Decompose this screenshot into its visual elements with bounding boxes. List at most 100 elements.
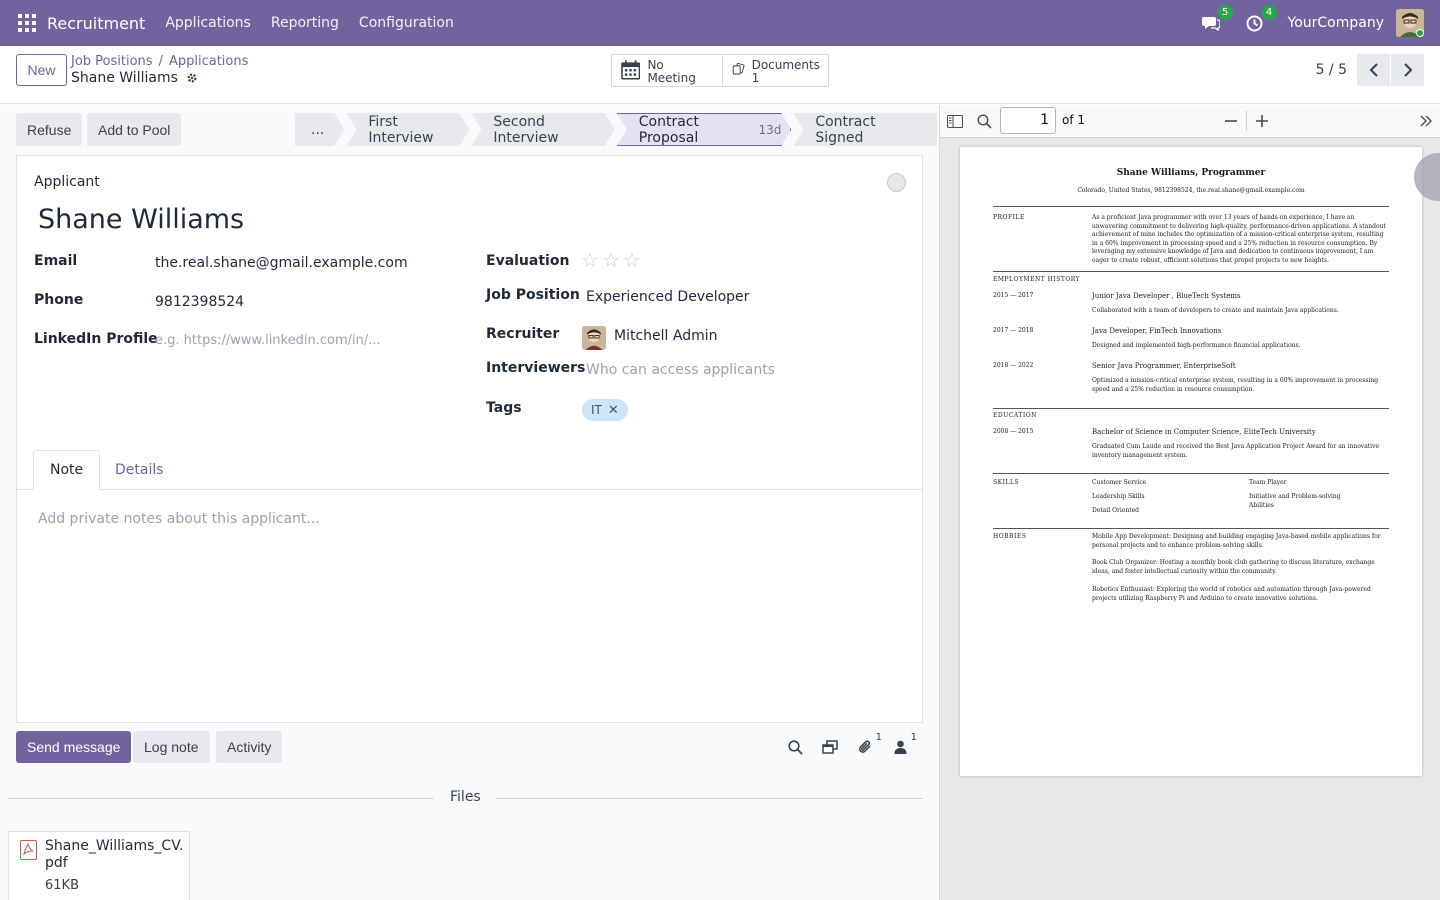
linkedin-label: LinkedIn Profile — [34, 331, 158, 347]
cv-job-dates: 2018 — 2022 — [993, 362, 1034, 369]
chevron-right-icon — [1403, 63, 1412, 77]
star-icon[interactable]: ☆ — [581, 250, 599, 270]
send-message-button[interactable]: Send message — [16, 731, 132, 763]
note-editor[interactable]: Add private notes about this applicant..… — [38, 511, 320, 527]
breadcrumb-job-positions[interactable]: Job Positions — [71, 54, 153, 69]
log-note-button[interactable]: Log note — [133, 731, 210, 763]
menu-applications[interactable]: Applications — [165, 15, 251, 31]
record-title: Shane Williams — [71, 70, 198, 86]
user-avatar[interactable] — [1396, 9, 1424, 37]
recruiter-avatar-icon — [582, 326, 606, 350]
new-button[interactable]: New — [16, 54, 67, 86]
online-status-dot — [1416, 29, 1424, 37]
chevron-left-icon — [1369, 63, 1378, 77]
job-position-field[interactable]: Experienced Developer — [586, 289, 749, 305]
tab-note[interactable]: Note — [33, 450, 101, 490]
star-icon[interactable]: ☆ — [623, 250, 641, 270]
email-field[interactable]: the.real.shane@gmail.example.com — [155, 255, 408, 271]
breadcrumb-applications[interactable]: Applications — [169, 54, 248, 69]
find-icon[interactable] — [975, 113, 993, 129]
separator-line — [8, 798, 434, 799]
cv-job-title: Junior Java Developer , BlueTech Systems — [1092, 292, 1241, 300]
cv-skill: Customer Service — [1092, 479, 1147, 486]
menu-configuration[interactable]: Configuration — [359, 15, 454, 31]
cv-subtitle: Colorado, United States, 9812398524, the… — [1077, 187, 1305, 194]
stage-contract-signed[interactable]: Contract Signed — [793, 113, 937, 146]
smart-buttons: No Meeting Documents 1 — [611, 54, 829, 87]
attachment-card[interactable]: Shane_Williams_CV.pdf 61KB — [8, 831, 190, 900]
recruiter-field[interactable]: Mitchell Admin — [614, 328, 718, 344]
stage-days: 13d — [758, 122, 782, 137]
meeting-smart-button[interactable]: No Meeting — [611, 54, 723, 87]
evaluation-stars: ☆ ☆ ☆ — [581, 250, 641, 270]
messages-button[interactable]: 5 — [1200, 5, 1233, 34]
zoom-in-icon[interactable] — [1253, 113, 1271, 129]
documents-smart-button[interactable]: Documents 1 — [723, 54, 829, 87]
cv-job-dates: 2017 — 2018 — [993, 327, 1034, 334]
refuse-button[interactable]: Refuse — [16, 113, 83, 146]
tags-label: Tags — [486, 400, 522, 416]
add-to-pool-button[interactable]: Add to Pool — [87, 113, 182, 146]
stage-more[interactable]: ... — [295, 113, 344, 146]
followers-button[interactable]: 1 — [891, 732, 917, 756]
job-position-label: Job Position — [486, 287, 580, 303]
cv-hobbies-heading: HOBBIES — [993, 533, 1027, 540]
gear-icon[interactable] — [186, 72, 198, 84]
activity-button[interactable]: Activity — [216, 731, 283, 763]
search-messages-button[interactable] — [786, 738, 804, 756]
app-name[interactable]: Recruitment — [47, 14, 145, 33]
documents-icon — [732, 62, 745, 75]
expand-chatter-button[interactable] — [821, 738, 839, 756]
attachment-name[interactable]: Shane_Williams_CV.pdf — [45, 838, 185, 872]
cv-rule — [993, 408, 1389, 409]
linkedin-field[interactable]: e.g. https://www.linkedin.com/in/... — [155, 333, 381, 348]
interviewers-field[interactable]: Who can access applicants — [586, 362, 775, 378]
sidebar-toggle-icon[interactable] — [946, 113, 964, 129]
star-icon[interactable]: ☆ — [602, 250, 620, 270]
cv-skill: Initiative and Problem-solving Abilities — [1249, 493, 1341, 509]
files-separator: Files — [8, 789, 923, 807]
followers-count: 1 — [910, 732, 917, 743]
cv-hobby: Robotics Enthusiast: Exploring the world… — [1092, 586, 1371, 602]
tag-remove-icon[interactable]: ✕ — [608, 403, 619, 418]
pdf-viewer: 1 of 1 Shane Williams, Programmer Colora… — [939, 105, 1440, 900]
stage-second-interview[interactable]: Second Interview — [471, 113, 614, 146]
cv-rule — [993, 271, 1389, 272]
evaluation-label: Evaluation — [486, 253, 570, 269]
search-icon — [787, 739, 803, 755]
kanban-state-indicator[interactable] — [887, 173, 906, 192]
cv-rule — [993, 473, 1389, 474]
form-tabs: Note Details — [17, 450, 922, 490]
stage-label: Contract Proposal — [638, 113, 700, 146]
pdf-page: Shane Williams, Programmer Colorado, Uni… — [960, 147, 1422, 776]
pager-previous-button[interactable] — [1357, 54, 1390, 86]
tools-menu-icon[interactable] — [1417, 113, 1435, 129]
cv-skills-heading: SKILLS — [993, 479, 1020, 486]
cv-job-dates: 2015 — 2017 — [993, 292, 1034, 299]
activities-button[interactable]: 4 — [1244, 5, 1277, 34]
apps-menu-icon[interactable] — [18, 14, 36, 32]
page-count: of 1 — [1062, 113, 1086, 127]
meeting-label: No Meeting — [647, 58, 696, 85]
phone-field[interactable]: 9812398524 — [155, 294, 244, 310]
stage-first-interview[interactable]: First Interview — [346, 113, 469, 146]
documents-label: Documents — [751, 58, 820, 72]
pager-next-button[interactable] — [1391, 54, 1424, 86]
cv-rule — [993, 206, 1389, 207]
messages-badge: 5 — [1217, 5, 1233, 20]
company-switcher[interactable]: YourCompany — [1288, 15, 1385, 31]
applicant-name-field[interactable]: Shane Williams — [38, 204, 244, 235]
stage-contract-proposal[interactable]: Contract Proposal 13d — [617, 113, 792, 146]
tab-details[interactable]: Details — [99, 450, 180, 490]
attachments-button[interactable]: 1 — [856, 732, 882, 756]
cv-job-desc: Designed and implemented high-performanc… — [1092, 342, 1301, 349]
documents-count: 1 — [751, 71, 760, 85]
form-sheet: Applicant Shane Williams Email the.real.… — [16, 155, 923, 723]
page-number-input[interactable]: 1 — [1000, 107, 1056, 134]
tag-it[interactable]: IT ✕ — [582, 399, 628, 421]
zoom-out-icon[interactable] — [1222, 113, 1240, 129]
menu-reporting[interactable]: Reporting — [271, 15, 339, 31]
cv-job-desc: Collaborated with a team of developers t… — [1092, 307, 1339, 314]
pager-value[interactable]: 5 / 5 — [1316, 62, 1347, 78]
email-label: Email — [34, 253, 78, 269]
